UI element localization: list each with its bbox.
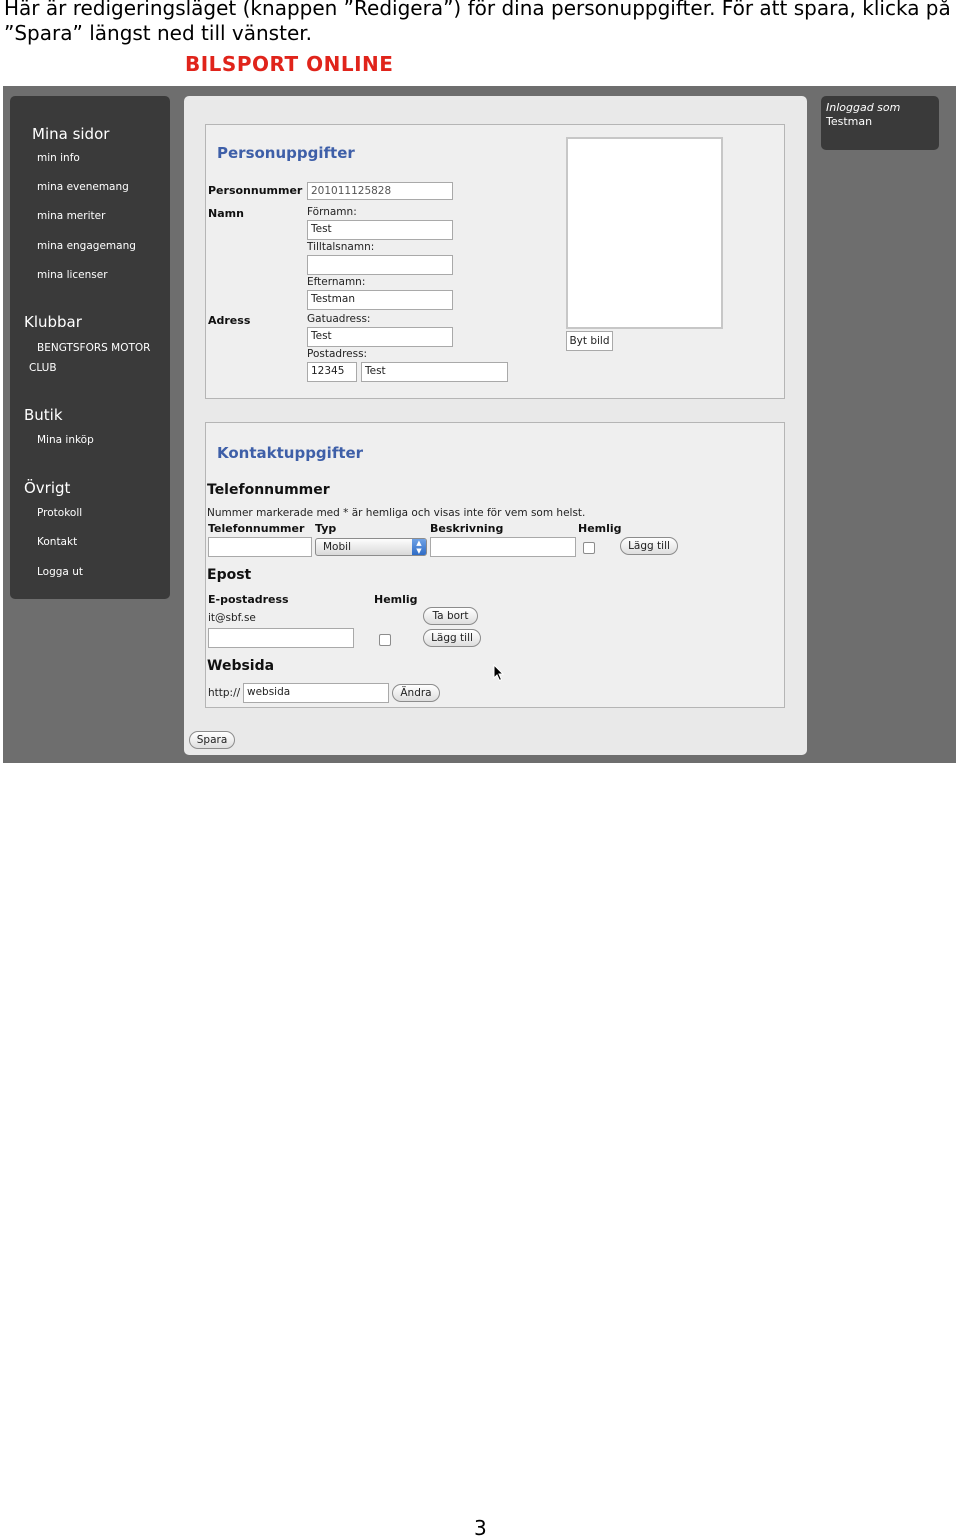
- kontaktuppgifter-title: Kontaktuppgifter: [217, 444, 364, 462]
- sidebar-item-protokoll[interactable]: Protokoll: [37, 507, 82, 519]
- sidebar-item-logga-ut[interactable]: Logga ut: [37, 566, 83, 578]
- namn-label: Namn: [208, 207, 244, 220]
- adress-label: Adress: [208, 314, 251, 327]
- sidebar-heading-ovrigt: Övrigt: [24, 479, 71, 497]
- phone-description-field[interactable]: [430, 537, 576, 557]
- kontaktuppgifter-box: Kontaktuppgifter Telefonnummer Nummer ma…: [205, 422, 785, 708]
- sidebar-item-kontakt[interactable]: Kontakt: [37, 536, 77, 548]
- sidebar-heading-klubbar: Klubbar: [24, 313, 82, 331]
- col-beskrivning: Beskrivning: [430, 522, 504, 535]
- personnummer-field[interactable]: 201011125828: [307, 182, 453, 200]
- intro-text: Här är redigeringsläget (knappen ”Redige…: [4, 0, 951, 45]
- web-prefix: http://: [208, 687, 241, 699]
- sidebar-item-mina-evenemang[interactable]: mina evenemang: [37, 181, 129, 193]
- col-epostadress: E-postadress: [208, 593, 289, 606]
- email-remove-button[interactable]: Ta bort: [423, 607, 478, 625]
- brand-logo: BILSPORT ONLINE: [185, 52, 394, 76]
- sidebar-heading-mina-sidor: Mina sidor: [32, 125, 110, 143]
- phone-type-select[interactable]: Mobil ▲ ▼: [315, 538, 427, 556]
- col-typ: Typ: [315, 522, 337, 535]
- profile-photo: [566, 137, 723, 329]
- sidebar-item-mina-meriter[interactable]: mina meriter: [37, 210, 105, 222]
- email-secret-checkbox[interactable]: [379, 634, 391, 646]
- fornamn-label: Förnamn:: [307, 206, 357, 218]
- sidebar-item-club[interactable]: BENGTSFORS MOTOR: [37, 342, 150, 354]
- col-hemlig: Hemlig: [578, 522, 622, 535]
- save-button[interactable]: Spara: [189, 731, 235, 749]
- personuppgifter-box: Personuppgifter Personnummer 20101112582…: [205, 124, 785, 399]
- phone-add-button[interactable]: Lägg till: [620, 537, 678, 555]
- efternamn-field[interactable]: Testman: [307, 290, 453, 310]
- chevron-updown-icon: ▲ ▼: [412, 539, 426, 555]
- phone-secret-checkbox[interactable]: [583, 542, 595, 554]
- personuppgifter-title: Personuppgifter: [217, 144, 355, 162]
- sidebar-item-mina-licenser[interactable]: mina licenser: [37, 269, 108, 281]
- page-number: 3: [474, 1516, 487, 1540]
- mouse-pointer-icon: [493, 664, 505, 682]
- email-add-button[interactable]: Lägg till: [423, 629, 481, 647]
- website-field[interactable]: websida: [243, 683, 389, 703]
- sidebar-heading-butik: Butik: [24, 406, 63, 424]
- sidebar: Mina sidor min info mina evenemang mina …: [10, 96, 170, 599]
- sidebar-item-club-cont[interactable]: CLUB: [29, 362, 57, 374]
- personnummer-label: Personnummer: [208, 184, 303, 197]
- postadress-label: Postadress:: [307, 348, 368, 360]
- screenshot-frame: Mina sidor min info mina evenemang mina …: [3, 86, 956, 763]
- change-photo-button[interactable]: Byt bild: [566, 331, 613, 351]
- col-email-hemlig: Hemlig: [374, 593, 418, 606]
- tilltalsnamn-field[interactable]: [307, 255, 453, 275]
- col-telefonnummer: Telefonnummer: [208, 522, 305, 535]
- gatuadress-field[interactable]: Test: [307, 327, 453, 347]
- login-status: Inloggad som Testman: [821, 96, 939, 150]
- website-change-button[interactable]: Ändra: [392, 684, 440, 702]
- efternamn-label: Efternamn:: [307, 276, 366, 288]
- login-user: Testman: [826, 115, 873, 128]
- sidebar-item-mina-engagemang[interactable]: mina engagemang: [37, 240, 136, 252]
- postnummer-field[interactable]: 12345: [307, 362, 357, 382]
- sidebar-item-mina-inkop[interactable]: Mina inköp: [37, 434, 94, 446]
- ort-field[interactable]: Test: [361, 362, 508, 382]
- phone-note: Nummer markerade med * är hemliga och vi…: [207, 507, 586, 519]
- sidebar-item-min-info[interactable]: min info: [37, 152, 80, 164]
- fornamn-field[interactable]: Test: [307, 220, 453, 240]
- email-existing: it@sbf.se: [208, 612, 256, 624]
- epost-heading: Epost: [207, 567, 252, 583]
- gatuadress-label: Gatuadress:: [307, 313, 371, 325]
- phone-type-value: Mobil: [323, 541, 351, 553]
- email-field[interactable]: [208, 628, 354, 648]
- login-label: Inloggad som: [826, 101, 901, 114]
- tilltalsnamn-label: Tilltalsnamn:: [307, 241, 375, 253]
- telefonnummer-heading: Telefonnummer: [207, 482, 330, 498]
- websida-heading: Websida: [207, 658, 275, 674]
- phone-number-field[interactable]: [208, 537, 312, 557]
- main-panel: Personuppgifter Personnummer 20101112582…: [184, 96, 807, 755]
